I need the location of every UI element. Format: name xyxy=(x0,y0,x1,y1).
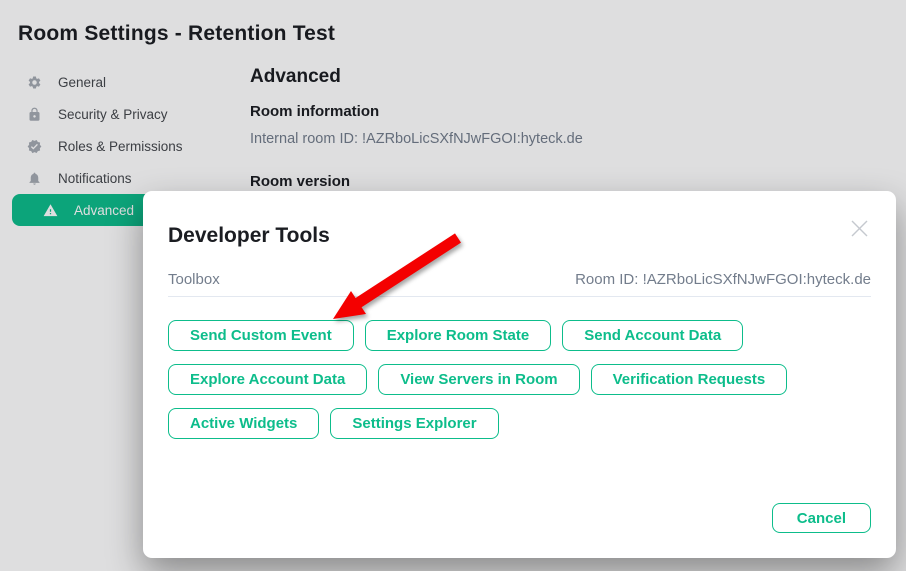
send-account-data-button[interactable]: Send Account Data xyxy=(562,320,743,351)
screen: Room Settings - Retention Test General S… xyxy=(0,0,906,571)
verification-requests-button[interactable]: Verification Requests xyxy=(591,364,788,395)
explore-room-state-button[interactable]: Explore Room State xyxy=(365,320,552,351)
modal-room-id: Room ID: !AZRboLicSXfNJwFGOI:hyteck.de xyxy=(575,271,871,288)
developer-tools-modal: Developer Tools Toolbox Room ID: !AZRboL… xyxy=(143,191,896,558)
toolbox-button-row: Active Widgets Settings Explorer xyxy=(168,408,871,439)
toolbox-button-row: Send Custom Event Explore Room State Sen… xyxy=(168,320,871,351)
toolbox-header-row: Toolbox Room ID: !AZRboLicSXfNJwFGOI:hyt… xyxy=(168,271,871,288)
toolbox-button-row: Explore Account Data View Servers in Roo… xyxy=(168,364,871,395)
view-servers-in-room-button[interactable]: View Servers in Room xyxy=(378,364,579,395)
close-icon[interactable] xyxy=(846,215,872,241)
toolbox-label: Toolbox xyxy=(168,271,220,288)
toolbox-divider xyxy=(168,296,871,297)
active-widgets-button[interactable]: Active Widgets xyxy=(168,408,319,439)
cancel-button[interactable]: Cancel xyxy=(772,503,871,533)
settings-explorer-button[interactable]: Settings Explorer xyxy=(330,408,498,439)
modal-title: Developer Tools xyxy=(168,224,871,248)
toolbox-buttons: Send Custom Event Explore Room State Sen… xyxy=(168,320,871,439)
explore-account-data-button[interactable]: Explore Account Data xyxy=(168,364,367,395)
send-custom-event-button[interactable]: Send Custom Event xyxy=(168,320,354,351)
